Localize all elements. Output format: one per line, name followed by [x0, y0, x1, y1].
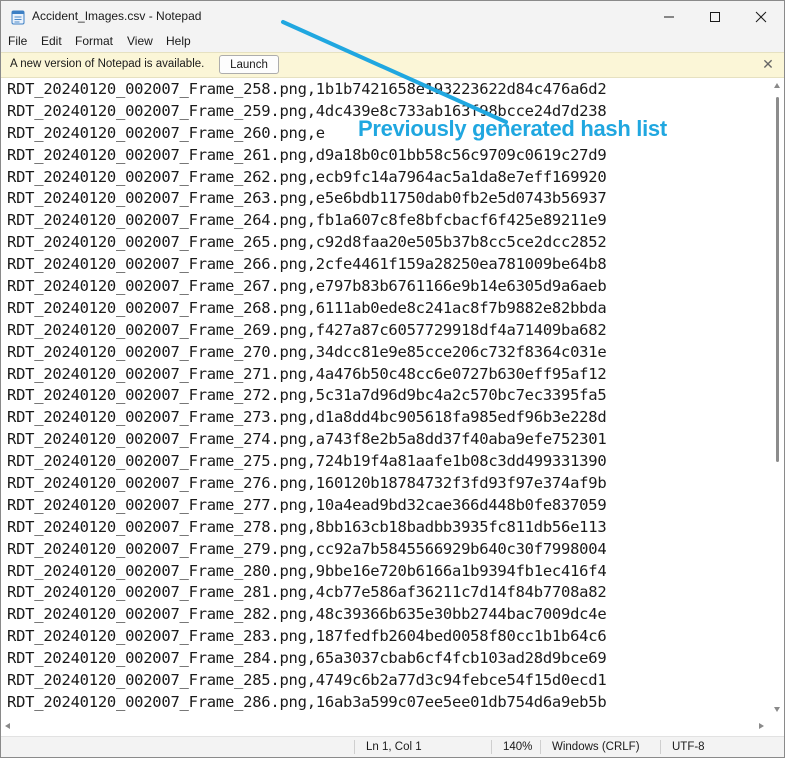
line-ending: Windows (CRLF)	[552, 741, 640, 753]
update-message: A new version of Notepad is available.	[10, 58, 205, 70]
text-line: RDT_20240120_002007_Frame_284.png,65a303…	[7, 649, 607, 668]
text-line: RDT_20240120_002007_Frame_286.png,16ab3a…	[7, 692, 607, 711]
vertical-scrollbar[interactable]	[771, 79, 784, 717]
text-line: RDT_20240120_002007_Frame_275.png,724b19…	[7, 452, 607, 471]
text-line: RDT_20240120_002007_Frame_270.png,34dcc8…	[7, 342, 607, 361]
launch-button[interactable]: Launch	[219, 55, 279, 74]
text-lines: RDT_20240120_002007_Frame_258.png,1b1b74…	[7, 79, 607, 714]
notepad-icon	[11, 10, 25, 25]
close-icon	[755, 11, 767, 22]
text-line: RDT_20240120_002007_Frame_278.png,8bb163…	[7, 517, 607, 536]
menu-format[interactable]: Format	[75, 34, 113, 48]
text-line: RDT_20240120_002007_Frame_280.png,9bbe16…	[7, 561, 607, 580]
text-editor[interactable]: RDT_20240120_002007_Frame_258.png,1b1b74…	[1, 79, 771, 717]
minimize-icon	[664, 16, 674, 17]
maximize-icon	[710, 11, 720, 22]
scroll-right-icon[interactable]	[759, 723, 764, 729]
update-infobar: A new version of Notepad is available. L…	[1, 52, 784, 78]
text-line: RDT_20240120_002007_Frame_283.png,187fed…	[7, 627, 607, 646]
text-line: RDT_20240120_002007_Frame_285.png,4749c6…	[7, 671, 607, 690]
menu-bar: File Edit Format View Help	[1, 32, 784, 52]
menu-edit[interactable]: Edit	[41, 34, 62, 48]
text-line: RDT_20240120_002007_Frame_279.png,cc92a7…	[7, 539, 607, 558]
text-line: RDT_20240120_002007_Frame_271.png,4a476b…	[7, 364, 607, 383]
text-line: RDT_20240120_002007_Frame_269.png,f427a8…	[7, 320, 607, 339]
window-title: Accident_Images.csv - Notepad	[32, 9, 202, 23]
minimize-button[interactable]	[646, 1, 692, 32]
status-divider	[491, 740, 492, 754]
status-divider	[660, 740, 661, 754]
status-bar: Ln 1, Col 1 140% Windows (CRLF) UTF-8	[1, 736, 784, 757]
infobar-close-icon[interactable]: ✕	[761, 56, 775, 72]
scroll-down-icon[interactable]	[774, 707, 780, 712]
text-line: RDT_20240120_002007_Frame_272.png,5c31a7…	[7, 386, 607, 405]
text-line: RDT_20240120_002007_Frame_268.png,6111ab…	[7, 298, 607, 317]
status-divider	[540, 740, 541, 754]
close-button[interactable]	[738, 1, 784, 32]
text-line: RDT_20240120_002007_Frame_273.png,d1a8dd…	[7, 408, 607, 427]
annotation-label: Previously generated hash list	[358, 116, 667, 141]
scroll-left-icon[interactable]	[5, 723, 10, 729]
text-line: RDT_20240120_002007_Frame_276.png,160120…	[7, 474, 607, 493]
text-line: RDT_20240120_002007_Frame_267.png,e797b8…	[7, 277, 607, 296]
zoom-level: 140%	[503, 741, 533, 753]
text-line: RDT_20240120_002007_Frame_261.png,d9a18b…	[7, 145, 607, 164]
status-divider	[354, 740, 355, 754]
menu-view[interactable]: View	[127, 34, 153, 48]
title-bar[interactable]: Accident_Images.csv - Notepad	[1, 1, 784, 32]
text-line: RDT_20240120_002007_Frame_274.png,a743f8…	[7, 430, 607, 449]
notepad-window: Accident_Images.csv - Notepad File Edit …	[0, 0, 785, 758]
cursor-position: Ln 1, Col 1	[366, 741, 422, 753]
text-line: RDT_20240120_002007_Frame_282.png,48c393…	[7, 605, 607, 624]
vertical-scroll-thumb[interactable]	[776, 97, 779, 462]
text-line: RDT_20240120_002007_Frame_258.png,1b1b74…	[7, 80, 607, 98]
menu-file[interactable]: File	[8, 34, 27, 48]
text-line: RDT_20240120_002007_Frame_264.png,fb1a60…	[7, 211, 607, 230]
text-line: RDT_20240120_002007_Frame_262.png,ecb9fc…	[7, 167, 607, 186]
menu-help[interactable]: Help	[166, 34, 191, 48]
text-line: RDT_20240120_002007_Frame_281.png,4cb77e…	[7, 583, 607, 602]
horizontal-scrollbar[interactable]	[1, 717, 771, 736]
text-line: RDT_20240120_002007_Frame_265.png,c92d8f…	[7, 233, 607, 252]
encoding: UTF-8	[672, 741, 705, 753]
maximize-button[interactable]	[692, 1, 738, 32]
text-line: RDT_20240120_002007_Frame_263.png,e5e6bd…	[7, 189, 607, 208]
scroll-up-icon[interactable]	[774, 83, 780, 88]
text-line: RDT_20240120_002007_Frame_266.png,2cfe44…	[7, 255, 607, 274]
text-line: RDT_20240120_002007_Frame_277.png,10a4ea…	[7, 495, 607, 514]
